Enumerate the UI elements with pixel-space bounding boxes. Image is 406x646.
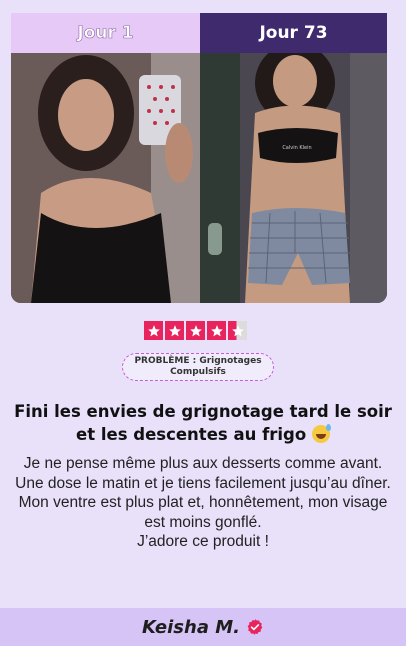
body-line: Une dose le matin et je tiens facilement… <box>15 474 391 492</box>
before-photo <box>11 53 200 303</box>
star-rating <box>144 321 247 340</box>
body-line: J’adore ce produit ! <box>137 533 269 550</box>
after-label: Jour 73 <box>200 13 387 53</box>
before-after-comparison: Jour 1 Jour 73 Calvin Klein <box>11 13 387 303</box>
grinning-sweat-icon <box>311 424 331 443</box>
star-icon <box>144 321 163 340</box>
star-icon <box>207 321 226 340</box>
before-label: Jour 1 <box>11 13 200 53</box>
testimonial-card: Jour 1 Jour 73 Calvin Klein PROBLÈME: G… <box>0 0 406 646</box>
body-line: Mon ventre est plus plat et, honnêtement… <box>18 494 388 531</box>
svg-text:Calvin Klein: Calvin Klein <box>282 145 311 151</box>
author-footer: Keisha M. <box>0 608 406 646</box>
headline-text: Fini les envies de grignotage tard le so… <box>14 402 392 444</box>
author-name: Keisha M. <box>141 616 241 638</box>
testimonial-headline: Fini les envies de grignotage tard le so… <box>4 400 402 446</box>
half-star-icon <box>228 321 247 340</box>
verified-check-icon <box>247 619 263 635</box>
after-photo: Calvin Klein <box>200 53 387 303</box>
body-line: Je ne pense même plus aux desserts comme… <box>23 455 383 472</box>
problem-badge: PROBLÈME : Grignotages Compulsifs <box>122 353 274 381</box>
star-icon <box>165 321 184 340</box>
testimonial-body: Je ne pense même plus aux desserts comme… <box>14 454 392 552</box>
star-icon <box>186 321 205 340</box>
